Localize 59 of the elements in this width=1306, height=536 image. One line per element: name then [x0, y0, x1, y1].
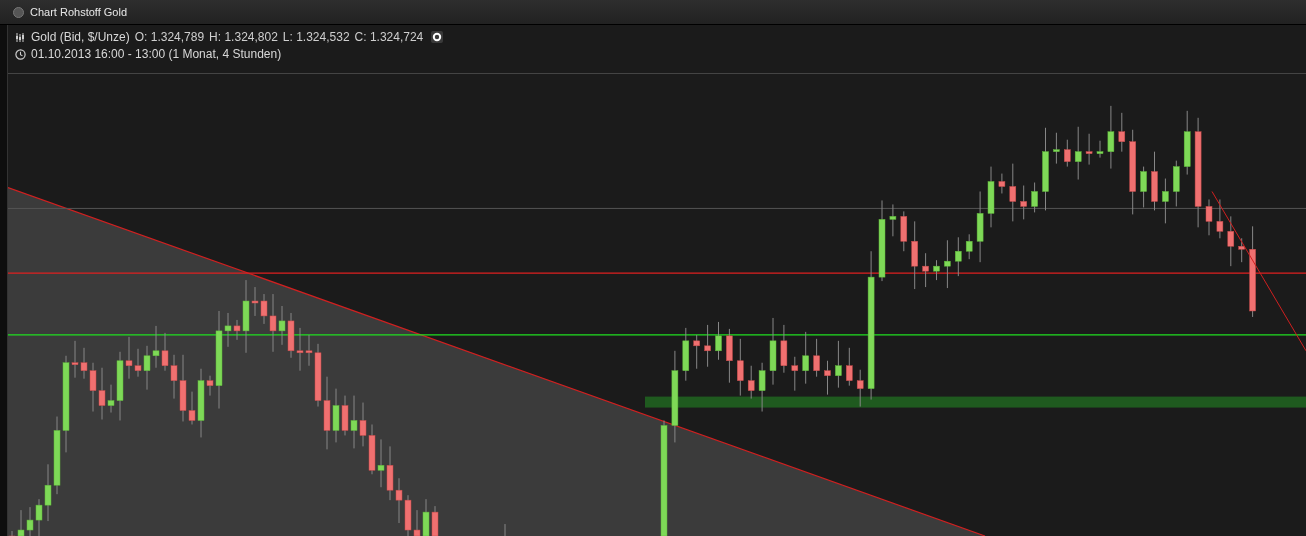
candlestick — [976, 191, 984, 263]
candlestick — [1162, 178, 1169, 224]
candlestick — [715, 321, 722, 361]
candlestick — [791, 356, 799, 392]
candlestick — [856, 369, 864, 408]
candlestick — [922, 252, 929, 288]
clock-icon — [15, 48, 26, 60]
candlestick — [1173, 160, 1180, 207]
candlestick — [846, 347, 853, 387]
candlestick — [835, 340, 842, 389]
candlestick — [704, 324, 711, 368]
candlestick — [1238, 237, 1245, 263]
candlestick — [824, 360, 831, 396]
candlestick — [1227, 215, 1235, 267]
candlestick — [1031, 182, 1038, 213]
window-button-icon[interactable] — [13, 6, 24, 18]
candlestick — [1064, 139, 1071, 168]
candlestick — [933, 259, 940, 281]
candlestick — [900, 210, 908, 252]
candlestick — [1205, 198, 1213, 236]
ohlc-value: H: 1.324,802 — [209, 30, 278, 44]
candlestick — [1074, 126, 1082, 181]
candlestick — [1151, 151, 1158, 211]
candlestick — [1085, 133, 1093, 166]
candlestick — [998, 173, 1006, 194]
candlestick — [955, 236, 962, 277]
candlestick — [1009, 163, 1017, 222]
candlestick — [965, 233, 973, 260]
candlestick — [1107, 105, 1115, 170]
candlestick — [758, 362, 766, 413]
candlestick — [726, 328, 733, 384]
candlestick — [747, 365, 755, 400]
candlestick — [1096, 140, 1104, 159]
instrument-label: Gold (Bid, $/Unze) — [31, 30, 130, 44]
candlestick — [1216, 198, 1224, 239]
ohlc-value: L: 1.324,532 — [282, 30, 350, 44]
ohlc-value: O: 1.324,789 — [134, 30, 205, 44]
candlestick — [944, 239, 951, 289]
candlestick — [693, 334, 700, 370]
candlestick — [769, 317, 777, 386]
candlestick — [1183, 110, 1191, 176]
settings-icon[interactable] — [431, 31, 444, 43]
candlestick — [1118, 112, 1126, 153]
candlestick — [911, 220, 918, 290]
candlestick — [1140, 166, 1147, 208]
candlestick — [987, 166, 995, 228]
candlestick — [737, 338, 744, 397]
window-title: Chart Rohstoff Gold — [30, 6, 127, 18]
ohlc-value: C: 1.324,724 — [354, 30, 424, 44]
period-label: 01.10.2013 16:00 - 13:00 (1 Monat, 4 Stunden) — [31, 47, 282, 61]
candlestick — [1020, 185, 1027, 220]
candlestick-icon — [15, 31, 26, 43]
candlestick — [682, 327, 690, 382]
candlestick — [802, 331, 809, 385]
candlestick — [889, 203, 897, 237]
candlestick — [813, 338, 820, 378]
candlestick — [1053, 132, 1060, 165]
candlestick — [780, 324, 788, 374]
candle-wick — [504, 523, 506, 536]
